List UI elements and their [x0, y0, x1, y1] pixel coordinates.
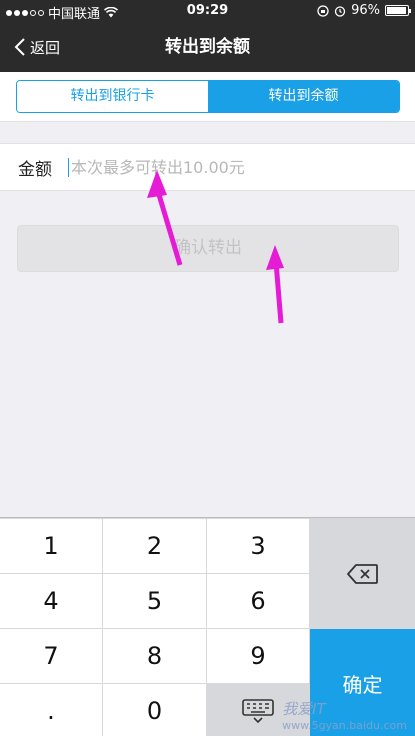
amount-row: 金额: [0, 143, 415, 191]
alarm-icon: [334, 5, 346, 17]
page-title: 转出到余额: [165, 37, 250, 57]
key-2[interactable]: 2: [103, 519, 206, 573]
tab-bank-card[interactable]: 转出到银行卡: [17, 81, 208, 112]
key-9[interactable]: 9: [207, 629, 309, 683]
key-0[interactable]: 0: [103, 684, 206, 736]
transfer-type-bar: 转出到银行卡 转出到余额: [0, 72, 415, 122]
tab-balance[interactable]: 转出到余额: [208, 81, 399, 112]
status-right: 96%: [317, 3, 411, 18]
keyboard-hide-icon: [242, 698, 274, 723]
segmented-control: 转出到银行卡 转出到余额: [16, 80, 400, 113]
key-1[interactable]: 1: [0, 519, 102, 573]
key-5[interactable]: 5: [103, 574, 206, 628]
battery-percent: 96%: [351, 3, 380, 18]
key-8[interactable]: 8: [103, 629, 206, 683]
key-4[interactable]: 4: [0, 574, 102, 628]
confirm-transfer-button[interactable]: 确认转出: [17, 225, 399, 272]
watermark-line1: 我爱IT: [282, 700, 326, 718]
key-3[interactable]: 3: [207, 519, 309, 573]
watermark-line2: www.5gyan.baidu.com: [282, 719, 407, 732]
key-decimal[interactable]: .: [0, 684, 102, 736]
watermark: 我爱IT www.5gyan.baidu.com: [282, 698, 407, 732]
backspace-icon: [346, 563, 378, 584]
numeric-keypad: 1 2 3 4 5 6 7 8 9 确定 . 0 我爱IT www.5gyan.…: [0, 517, 415, 736]
done-key-label: 确定: [342, 672, 383, 697]
amount-input[interactable]: [68, 157, 415, 177]
backspace-key[interactable]: [310, 519, 415, 628]
nav-bar: 返回 转出到余额: [0, 22, 415, 72]
key-6[interactable]: 6: [207, 574, 309, 628]
amount-label: 金额: [18, 159, 52, 180]
orientation-lock-icon: [317, 4, 329, 17]
battery-icon: [385, 5, 411, 16]
key-7[interactable]: 7: [0, 629, 102, 683]
status-bar: 中国联通 09:29 96%: [0, 0, 415, 22]
